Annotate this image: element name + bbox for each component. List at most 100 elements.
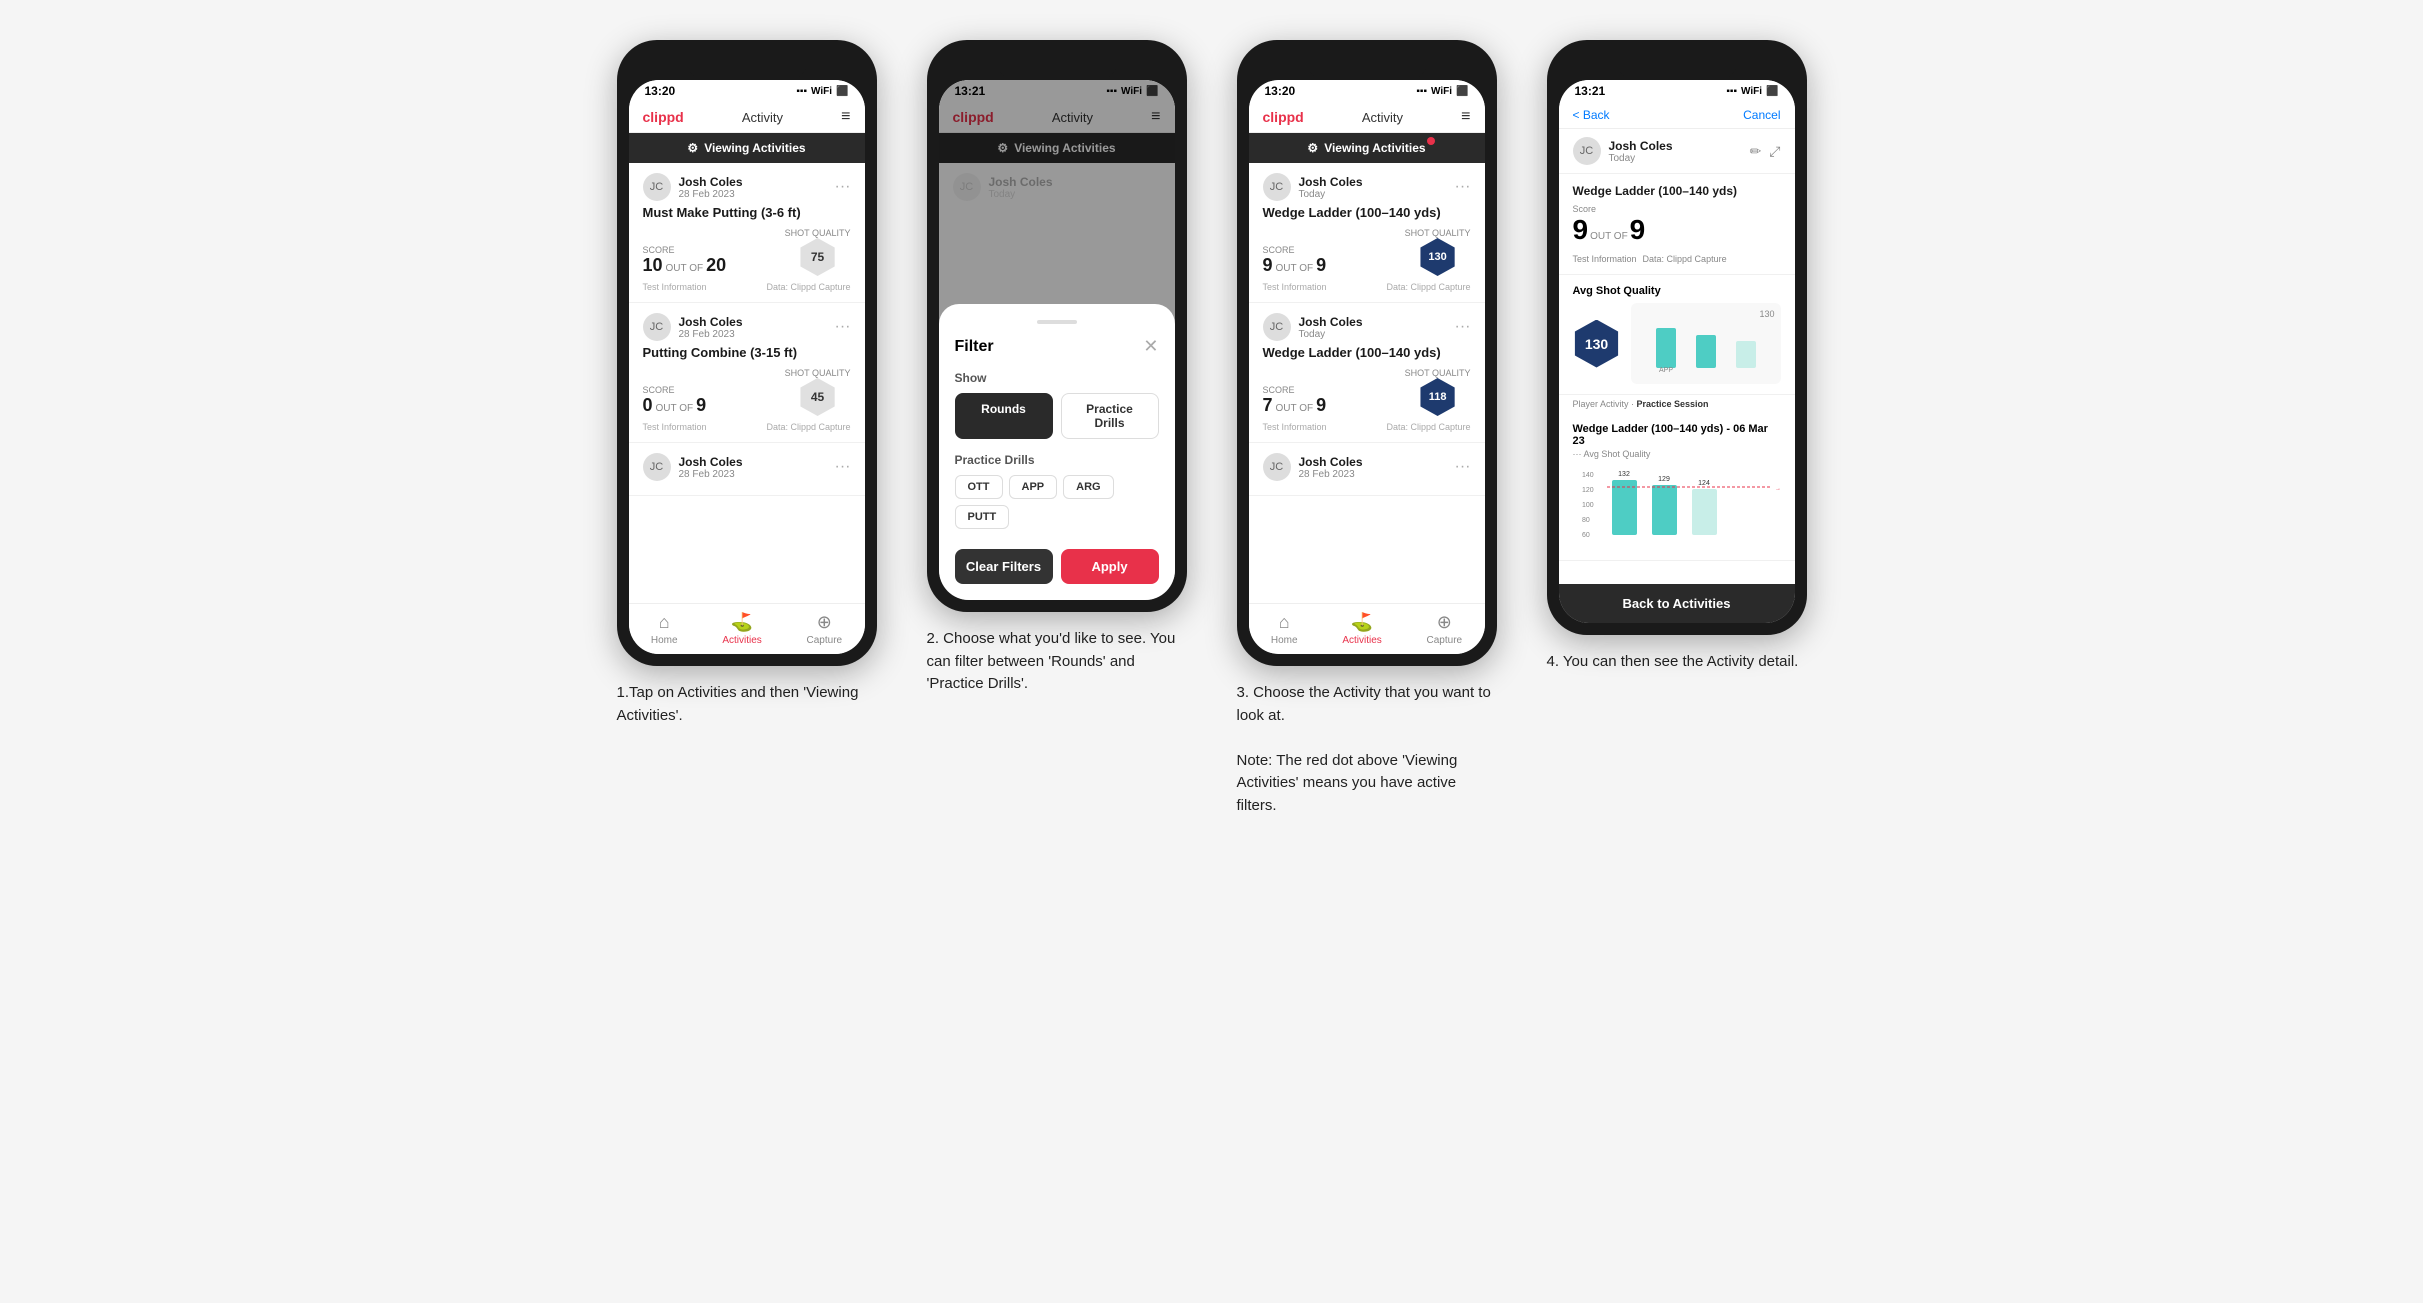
apply-btn-2[interactable]: Apply [1061, 549, 1159, 584]
back-btn-4[interactable]: < Back [1573, 108, 1610, 122]
dots-menu-3-3[interactable]: ··· [1455, 458, 1471, 476]
activity-title-3-1: Wedge Ladder (100–140 yds) [1263, 205, 1471, 220]
footer-right-3-1: Data: Clippd Capture [1386, 282, 1470, 292]
svg-text:APP: APP [1658, 367, 1672, 373]
activity-card-1-1[interactable]: JC Josh Coles 28 Feb 2023 ··· Must Make … [629, 163, 865, 303]
phone-section-2: 13:21 ▪▪▪ WiFi ⬛ clippd Activity ≡ ⚙ Vie… [917, 40, 1197, 696]
shot-quality-hex-1-2: 45 [799, 378, 837, 416]
signal-icon-3: ▪▪▪ [1416, 86, 1427, 97]
user-info-1-3: JC Josh Coles 28 Feb 2023 [643, 453, 743, 481]
activity-card-3-1[interactable]: JC Josh Coles Today ··· Wedge Ladder (10… [1249, 163, 1485, 303]
activity-card-3-3[interactable]: JC Josh Coles 28 Feb 2023 ··· [1249, 443, 1485, 496]
status-icons-1: ▪▪▪ WiFi ⬛ [796, 86, 848, 97]
notch-4 [1617, 52, 1737, 80]
chip-ott-2[interactable]: OTT [955, 475, 1003, 499]
edit-icon-4[interactable]: ✏ [1750, 143, 1762, 160]
bottom-nav-3: ⌂ Home ⛳ Activities ⊕ Capture [1249, 603, 1485, 654]
svg-text:80: 80 [1582, 517, 1590, 524]
dots-menu-1-2[interactable]: ··· [835, 318, 851, 336]
dots-menu-1-1[interactable]: ··· [835, 178, 851, 196]
avatar-1-2: JC [643, 313, 671, 341]
user-info-1-2: JC Josh Coles 28 Feb 2023 [643, 313, 743, 341]
phone-section-3: 13:20 ▪▪▪ WiFi ⬛ clippd Activity ≡ ⚙ Vie… [1227, 40, 1507, 817]
expand-icon-4[interactable]: ⤢ [1769, 143, 1780, 160]
menu-icon-3[interactable]: ≡ [1461, 108, 1470, 126]
cancel-btn-4[interactable]: Cancel [1743, 108, 1780, 122]
clear-filters-btn-2[interactable]: Clear Filters [955, 549, 1053, 584]
dots-menu-1-3[interactable]: ··· [835, 458, 851, 476]
status-bar-4: 13:21 ▪▪▪ WiFi ⬛ [1559, 80, 1795, 102]
outof-text-1-2: OUT OF [656, 403, 694, 414]
nav-home-1[interactable]: ⌂ Home [651, 612, 678, 646]
menu-icon-1[interactable]: ≡ [841, 108, 850, 126]
activity-card-3-2[interactable]: JC Josh Coles Today ··· Wedge Ladder (10… [1249, 303, 1485, 443]
stats-row-3-1: Score 9 OUT OF 9 Shot Quality 130 [1263, 228, 1471, 276]
user-date-3-3: 28 Feb 2023 [1299, 469, 1363, 480]
phone-screen-1: 13:20 ▪▪▪ WiFi ⬛ clippd Activity ≡ ⚙ Vie… [629, 80, 865, 654]
filter-chips-2: OTT APP ARG PUTT [955, 475, 1159, 529]
chip-putt-2[interactable]: PUTT [955, 505, 1010, 529]
activity-card-1-2[interactable]: JC Josh Coles 28 Feb 2023 ··· Putting Co… [629, 303, 865, 443]
user-name-1-2: Josh Coles [679, 315, 743, 329]
chip-arg-2[interactable]: ARG [1063, 475, 1113, 499]
user-info-3-3: JC Josh Coles 28 Feb 2023 [1263, 453, 1363, 481]
signal-icon-1: ▪▪▪ [796, 86, 807, 97]
wifi-icon-4: WiFi [1741, 86, 1762, 97]
viewing-activities-bar-3[interactable]: ⚙ Viewing Activities [1249, 133, 1485, 163]
show-section-label-2: Show [955, 371, 1159, 385]
phone-frame-3: 13:20 ▪▪▪ WiFi ⬛ clippd Activity ≡ ⚙ Vie… [1237, 40, 1497, 666]
chart-bar-label-4: 130 [1637, 309, 1775, 319]
caption-1: 1.Tap on Activities and then 'Viewing Ac… [617, 682, 877, 727]
score-val-3-2: 7 [1263, 395, 1273, 416]
notch-1 [687, 52, 807, 80]
avatar-1-1: JC [643, 173, 671, 201]
detail-user-info-4: JC Josh Coles Today [1573, 137, 1673, 165]
practice-drills-btn-2[interactable]: Practice Drills [1061, 393, 1159, 439]
red-dot-3 [1427, 137, 1435, 145]
user-name-3-2: Josh Coles [1299, 315, 1363, 329]
sq-hex-4: 130 [1573, 320, 1621, 368]
header-title-1: Activity [742, 110, 783, 125]
outof-val-3-1: 9 [1316, 255, 1326, 276]
outof-val-1-2: 9 [696, 395, 706, 416]
nav-activities-1[interactable]: ⛳ Activities [722, 612, 761, 646]
filter-close-2[interactable]: ✕ [1143, 336, 1158, 357]
detail-main-card-4: Wedge Ladder (100–140 yds) Score 9 OUT O… [1559, 174, 1795, 275]
footer-left-1-1: Test Information [643, 282, 707, 292]
nav-capture-1[interactable]: ⊕ Capture [807, 612, 843, 646]
dots-menu-3-2[interactable]: ··· [1455, 318, 1471, 336]
nav-home-3[interactable]: ⌂ Home [1271, 612, 1298, 646]
detail-scroll-4[interactable]: Wedge Ladder (100–140 yds) Score 9 OUT O… [1559, 174, 1795, 584]
score-val-1-1: 10 [643, 255, 663, 276]
drill-title-4: Wedge Ladder (100–140 yds) [1573, 184, 1781, 198]
app-header-1: clippd Activity ≡ [629, 102, 865, 133]
avatar-3-2: JC [1263, 313, 1291, 341]
activity-card-1-3[interactable]: JC Josh Coles 28 Feb 2023 ··· [629, 443, 865, 496]
user-name-3-1: Josh Coles [1299, 175, 1363, 189]
svg-text:120: 120 [1582, 487, 1594, 494]
rounds-btn-2[interactable]: Rounds [955, 393, 1053, 439]
detail-user-name-4: Josh Coles [1609, 139, 1673, 153]
scroll-content-1[interactable]: JC Josh Coles 28 Feb 2023 ··· Must Make … [629, 163, 865, 603]
svg-text:→: → [1775, 486, 1781, 492]
viewing-activities-bar-1[interactable]: ⚙ Viewing Activities [629, 133, 865, 163]
dots-menu-3-1[interactable]: ··· [1455, 178, 1471, 196]
notch-3 [1307, 52, 1427, 80]
back-to-activities-btn-4[interactable]: Back to Activities [1559, 584, 1795, 623]
shot-quality-hex-3-2: 118 [1419, 378, 1457, 416]
status-icons-3: ▪▪▪ WiFi ⬛ [1416, 86, 1468, 97]
status-bar-3: 13:20 ▪▪▪ WiFi ⬛ [1249, 80, 1485, 102]
nav-activities-3[interactable]: ⛳ Activities [1342, 612, 1381, 646]
user-date-1-3: 28 Feb 2023 [679, 469, 743, 480]
nav-activities-label-3: Activities [1342, 635, 1381, 646]
svg-text:100: 100 [1582, 502, 1594, 509]
nav-capture-3[interactable]: ⊕ Capture [1427, 612, 1463, 646]
chip-app-2[interactable]: APP [1009, 475, 1058, 499]
score-val-1-2: 0 [643, 395, 653, 416]
scroll-content-3[interactable]: JC Josh Coles Today ··· Wedge Ladder (10… [1249, 163, 1485, 603]
svg-text:124: 124 [1698, 480, 1710, 487]
detail-icons-4: ✏ ⤢ [1750, 143, 1781, 160]
status-icons-4: ▪▪▪ WiFi ⬛ [1726, 86, 1778, 97]
logo-3: clippd [1263, 109, 1304, 125]
nav-activities-label-1: Activities [722, 635, 761, 646]
